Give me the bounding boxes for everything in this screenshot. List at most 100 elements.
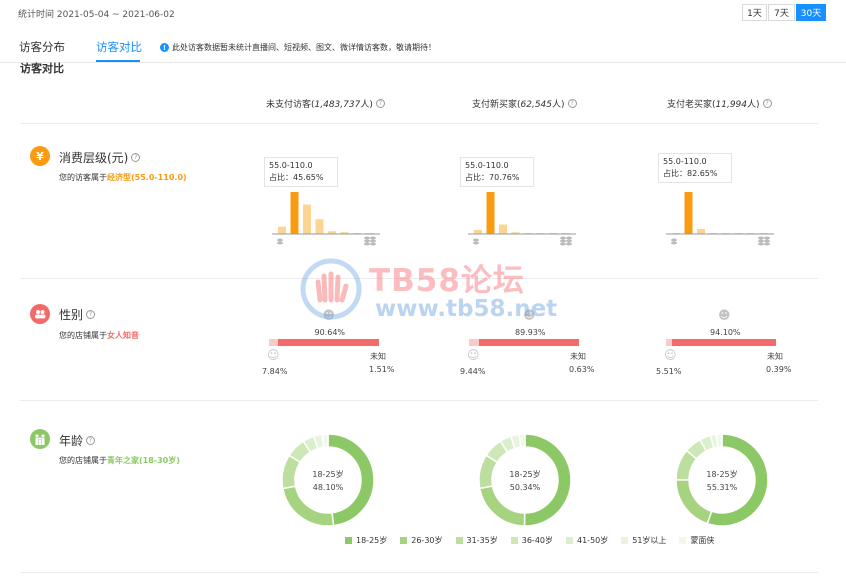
- divider: [20, 123, 818, 124]
- tab-visitor-distribution[interactable]: 访客分布: [19, 39, 65, 55]
- column-header-unpaid: 未支付访客(1,483,737人) ?: [266, 97, 385, 110]
- tab-visitor-comparison[interactable]: 访客对比: [96, 39, 142, 55]
- unknown-label: 未知: [767, 352, 783, 361]
- legend-item[interactable]: 蒙面侠: [679, 535, 714, 546]
- help-icon[interactable]: ?: [375, 99, 385, 108]
- male-bar: [469, 339, 479, 346]
- notice-text: 此处访客数据暂未统计直播间、短视频、图文、微详情访客数，敬请期待！: [172, 43, 436, 52]
- donut-center: 18-25岁 50.34%: [509, 470, 541, 492]
- column-header-old-buyers: 支付老买家(11,994人) ?: [667, 97, 772, 110]
- female-bar: [278, 339, 379, 346]
- female-icon: ☻: [718, 308, 731, 322]
- age-donut-new-buyers: 18-25岁 50.34%: [477, 432, 573, 531]
- bar-chart: [468, 192, 576, 246]
- coin-low-icon: [671, 238, 677, 245]
- coin-low-icon: [473, 238, 479, 245]
- female-pct: 90.64%: [314, 328, 346, 337]
- legend-item[interactable]: 41-50岁: [566, 535, 608, 546]
- legend-swatch: [400, 537, 408, 544]
- coin-low-icon: [277, 238, 283, 245]
- help-icon[interactable]: ?: [762, 99, 772, 108]
- consumption-bar: [315, 219, 324, 234]
- donut-slice: [518, 433, 526, 449]
- consumption-title: 消费层级(元)?: [59, 149, 141, 166]
- consumption-bar: [303, 204, 311, 234]
- family-icon: [30, 429, 50, 449]
- watermark-url: www.tb58.net: [375, 296, 558, 322]
- donut-center: 18-25岁 55.31%: [706, 470, 738, 492]
- legend-item[interactable]: 51岁以上: [621, 535, 666, 546]
- male-pct: 7.84%: [262, 367, 288, 376]
- gender-desc: 您的店铺属于女人知音: [59, 331, 139, 340]
- legend-swatch: [679, 537, 687, 544]
- age-legend: 18-25岁 26-30岁 31-35岁 36-40岁 41-50岁 51岁以上 蒙面侠: [345, 535, 714, 546]
- consumption-bar: [684, 192, 693, 234]
- help-icon[interactable]: ?: [86, 310, 96, 319]
- legend-swatch: [621, 537, 629, 544]
- info-icon: !: [160, 43, 169, 52]
- donut-slice: [715, 433, 723, 449]
- app-root: 统计时间 2021-05-04 ~ 2021-06-02 1天 7天 30天 访…: [0, 0, 846, 580]
- range-7d-button[interactable]: 7天: [768, 4, 795, 21]
- help-icon[interactable]: ?: [86, 436, 96, 445]
- female-bar: [479, 339, 579, 346]
- age-donut-unpaid: 18-25岁 48.10%: [280, 432, 376, 531]
- male-icon: ☺: [467, 348, 480, 362]
- male-pct: 9.44%: [460, 367, 486, 376]
- legend-swatch: [510, 537, 518, 544]
- consumption-desc: 您的访客属于经济型(55.0-110.0): [59, 173, 187, 182]
- divider: [20, 400, 818, 401]
- column-header-new-buyers: 支付新买家(62,545人) ?: [472, 97, 577, 110]
- age-donut-old-buyers: 18-25岁 55.31%: [674, 432, 770, 531]
- unknown-pct: 0.63%: [569, 365, 595, 374]
- legend-label: 36-40岁: [521, 536, 553, 545]
- tabs-divider: [0, 62, 846, 63]
- consumption-bar: [486, 192, 495, 234]
- help-icon[interactable]: ?: [131, 153, 141, 162]
- legend-label: 41-50岁: [577, 536, 609, 545]
- legend-swatch: [566, 537, 573, 544]
- consumption-bar: [499, 224, 507, 234]
- donut-center: 18-25岁 48.10%: [312, 470, 344, 492]
- legend-swatch: [345, 537, 352, 544]
- male-pct: 5.51%: [656, 367, 682, 376]
- legend-label: 蒙面侠: [690, 536, 715, 545]
- age-desc: 您的店铺属于青年之家(18-30岁): [59, 456, 180, 465]
- consumption-bar: [290, 192, 299, 234]
- legend-item[interactable]: 26-30岁: [400, 535, 443, 546]
- section-title: 访客对比: [20, 62, 64, 75]
- legend-item[interactable]: 31-35岁: [455, 535, 498, 546]
- unknown-pct: 1.51%: [369, 365, 395, 374]
- consumption-bar: [474, 229, 482, 234]
- coin-high-icon: [758, 236, 770, 246]
- range-1d-button[interactable]: 1天: [742, 4, 767, 21]
- watermark-text: TB58论坛: [369, 263, 525, 299]
- divider: [20, 572, 818, 573]
- legend-label: 31-35岁: [466, 536, 498, 545]
- gender-chart-old-buyers: ☻ 94.10% ☺ 5.51% 未知 0.39%: [656, 308, 792, 378]
- bar-chart: [272, 192, 380, 246]
- range-30d-button[interactable]: 30天: [796, 4, 826, 21]
- coin-high-icon: [560, 236, 572, 246]
- female-pct: 94.10%: [710, 328, 741, 337]
- male-icon: ☺: [664, 348, 677, 362]
- unknown-label: 未知: [570, 352, 586, 361]
- help-icon[interactable]: ?: [567, 99, 577, 108]
- gender-icon: [30, 304, 50, 324]
- legend-label: 26-30岁: [411, 536, 443, 545]
- watermark-hand-logo: [300, 258, 362, 320]
- legend-item[interactable]: 36-40岁: [510, 535, 553, 546]
- age-title: 年龄?: [59, 432, 96, 449]
- coin-high-icon: [364, 236, 376, 246]
- male-bar: [269, 339, 278, 346]
- legend-item[interactable]: 18-25岁: [345, 535, 387, 546]
- date-range-label: 统计时间 2021-05-04 ~ 2021-06-02: [18, 10, 175, 20]
- unknown-pct: 0.39%: [766, 365, 792, 374]
- consumption-bar: [278, 226, 286, 234]
- donut-slice: [321, 433, 329, 449]
- female-bar: [672, 339, 776, 346]
- female-pct: 89.93%: [515, 328, 546, 337]
- legend-swatch: [455, 537, 463, 544]
- legend-label: 18-25岁: [356, 536, 388, 545]
- gender-title: 性别?: [59, 306, 96, 323]
